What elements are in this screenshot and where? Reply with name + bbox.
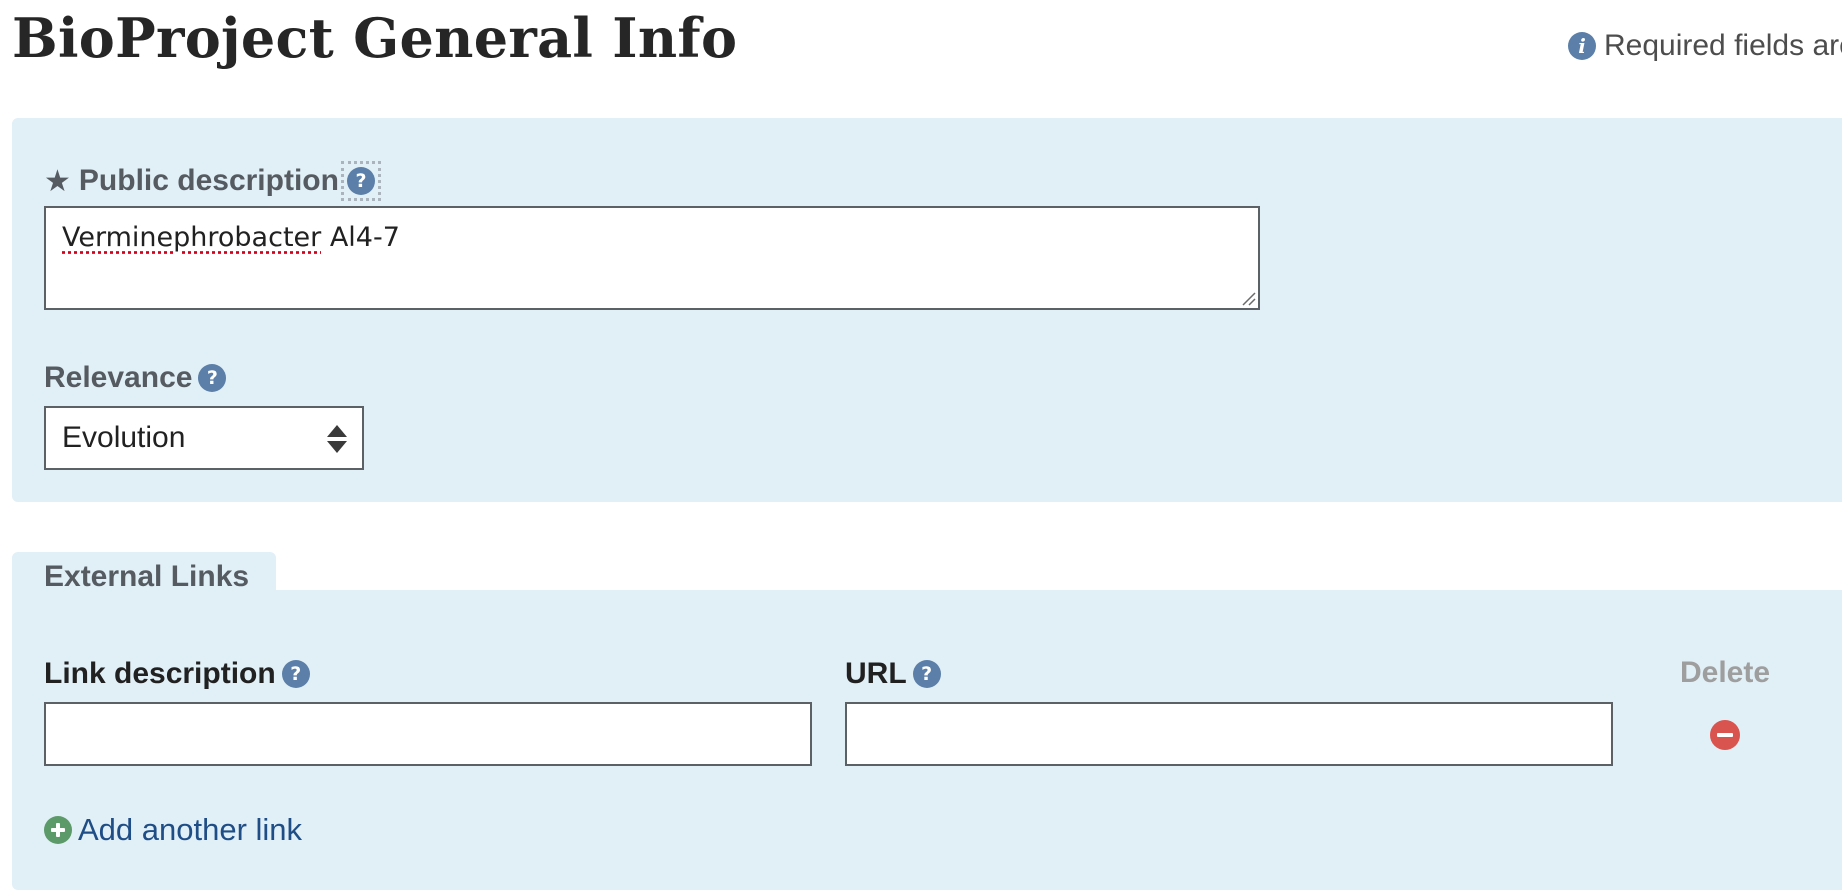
info-icon: i [1568, 32, 1596, 60]
link-description-label: Link description ? [44, 657, 310, 691]
required-fields-note: i Required fields are [1568, 29, 1842, 63]
delete-link-icon[interactable] [1710, 720, 1740, 750]
misspelled-word: Verminephrobacter [62, 222, 322, 253]
help-icon[interactable]: ? [198, 364, 227, 392]
relevance-select[interactable]: Evolution [44, 406, 364, 470]
public-description-label-text: Public description [78, 164, 339, 197]
select-arrows-icon [327, 425, 347, 453]
help-icon[interactable]: ? [281, 660, 310, 688]
link-description-input[interactable] [44, 702, 812, 766]
public-description-textarea[interactable]: Verminephrobacter Al4-7 [44, 206, 1260, 310]
required-star-icon: ★ [44, 164, 71, 198]
resize-handle-icon[interactable] [1240, 290, 1256, 306]
url-label: URL ? [845, 657, 941, 691]
add-another-link-label: Add another link [78, 812, 303, 847]
link-description-label-text: Link description [44, 657, 276, 690]
help-icon[interactable]: ? [912, 660, 941, 688]
public-description-help-focus[interactable]: ? [340, 161, 381, 201]
delete-column-header: Delete [1680, 656, 1771, 689]
relevance-selected-value: Evolution [62, 421, 186, 454]
relevance-label-text: Relevance [44, 361, 193, 394]
public-description-value: Al4-7 [321, 222, 400, 253]
relevance-label: Relevance ? [44, 361, 227, 395]
plus-icon [44, 816, 72, 844]
add-another-link-button[interactable]: Add another link [44, 812, 302, 848]
help-icon[interactable]: ? [346, 167, 375, 195]
public-description-label: ★ Public description ? [44, 161, 381, 201]
url-label-text: URL [845, 657, 907, 690]
required-fields-note-text: Required fields are [1604, 29, 1842, 62]
url-input[interactable] [845, 702, 1613, 766]
page-title: BioProject General Info [12, 6, 738, 70]
